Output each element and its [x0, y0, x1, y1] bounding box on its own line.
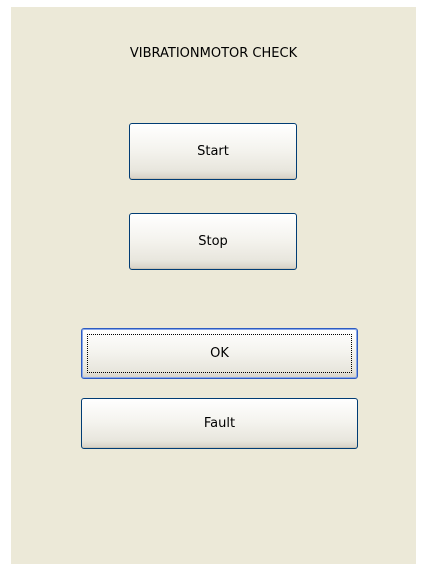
- start-button[interactable]: Start: [129, 123, 297, 180]
- dialog-title: VIBRATIONMOTOR CHECK: [129, 46, 298, 61]
- stop-button[interactable]: Stop: [129, 213, 297, 270]
- fault-button[interactable]: Fault: [81, 398, 358, 449]
- ok-button[interactable]: OK: [81, 328, 358, 379]
- start-button-label: Start: [197, 144, 229, 159]
- fault-button-label: Fault: [203, 416, 236, 431]
- stop-button-label: Stop: [198, 234, 228, 249]
- dialog-panel: VIBRATIONMOTOR CHECK Start Stop OK Fault: [11, 7, 416, 564]
- ok-button-label: OK: [210, 346, 229, 361]
